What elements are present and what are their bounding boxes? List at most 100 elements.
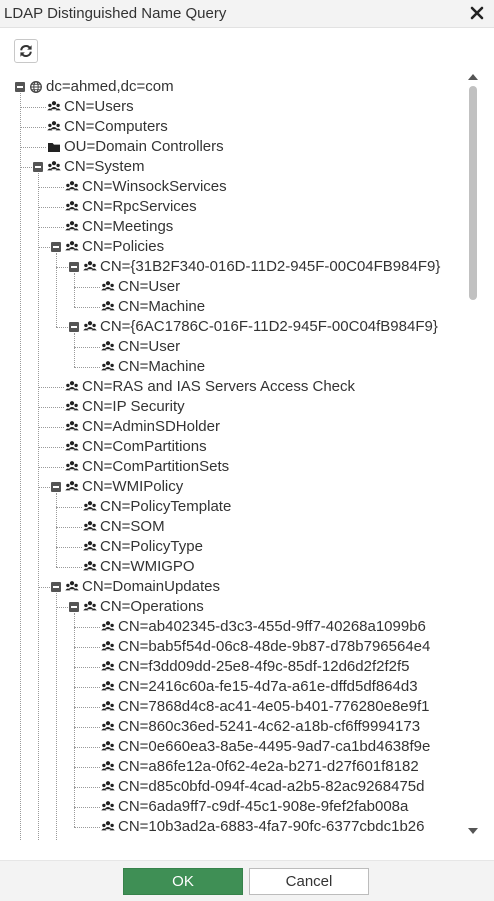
group-icon bbox=[65, 380, 79, 394]
tree-connector-line bbox=[38, 173, 39, 840]
group-icon bbox=[65, 440, 79, 454]
tree-node-label[interactable]: CN=7868d4c8-ac41-4e05-b401-776280e8e9f1 bbox=[118, 698, 430, 715]
tree-node-label[interactable]: CN=RAS and IAS Servers Access Check bbox=[82, 378, 355, 395]
tree-node-label[interactable]: CN=d85c0bfd-094f-4cad-a2b5-82ac9268475d bbox=[118, 778, 424, 795]
group-icon bbox=[65, 420, 79, 434]
group-icon bbox=[101, 640, 115, 654]
tree-connector-line bbox=[56, 527, 82, 528]
tree-node-label[interactable]: CN=860c36ed-5241-4c62-a18b-cf6ff9994173 bbox=[118, 718, 420, 735]
tree-node-label[interactable]: CN=PolicyType bbox=[100, 538, 203, 555]
tree-node-label[interactable]: CN=10b3ad2a-6883-4fa7-90fc-6377cbdc1b26 bbox=[118, 818, 424, 835]
folder-icon bbox=[47, 140, 61, 154]
tree-node-label[interactable]: CN=bab5f54d-06c8-48de-9b87-d78b796564e4 bbox=[118, 638, 430, 655]
group-icon bbox=[101, 660, 115, 674]
tree-connector-line bbox=[20, 127, 46, 128]
tree-node-label[interactable]: CN=WMIGPO bbox=[100, 558, 195, 575]
group-icon bbox=[101, 680, 115, 694]
group-icon bbox=[101, 820, 115, 834]
tree-node-label[interactable]: CN=Users bbox=[64, 98, 134, 115]
tree-node-label[interactable]: CN={6AC1786C-016F-11D2-945F-00C04fB984F9… bbox=[100, 318, 438, 335]
scroll-up-arrow-icon[interactable] bbox=[468, 74, 478, 80]
tree-node-label[interactable]: CN=ComPartitions bbox=[82, 438, 207, 455]
group-icon bbox=[101, 700, 115, 714]
tree-node-label[interactable]: CN=2416c60a-fe15-4d7a-a61e-dffd5df864d3 bbox=[118, 678, 418, 695]
tree-connector-line bbox=[74, 727, 100, 728]
group-icon bbox=[47, 120, 61, 134]
tree-root-label[interactable]: dc=ahmed,dc=com bbox=[46, 78, 174, 95]
tree-scrollbar[interactable] bbox=[466, 74, 480, 840]
tree-connector-line bbox=[56, 567, 82, 568]
tree-connector-line bbox=[74, 667, 100, 668]
tree-node-label[interactable]: CN=SOM bbox=[100, 518, 165, 535]
tree-connector-line bbox=[74, 747, 100, 748]
refresh-button[interactable] bbox=[14, 39, 38, 63]
collapse-toggle-icon[interactable] bbox=[69, 322, 79, 332]
cancel-button[interactable]: Cancel bbox=[249, 868, 369, 895]
tree-node-label[interactable]: CN=DomainUpdates bbox=[82, 578, 220, 595]
tree-connector-line bbox=[56, 267, 68, 268]
scroll-thumb[interactable] bbox=[469, 86, 477, 300]
tree-connector-line bbox=[38, 227, 64, 228]
tree-node-label[interactable]: CN=0e660ea3-8a5e-4495-9ad7-ca1bd4638f9e bbox=[118, 738, 430, 755]
tree-node-label[interactable]: CN=System bbox=[64, 158, 144, 175]
tree-connector-line bbox=[38, 447, 64, 448]
group-icon bbox=[101, 800, 115, 814]
collapse-toggle-icon[interactable] bbox=[69, 602, 79, 612]
tree-connector-line bbox=[20, 147, 46, 148]
refresh-icon bbox=[20, 45, 32, 57]
tree-node-label[interactable]: CN=6ada9ff7-c9df-45c1-908e-9fef2fab008a bbox=[118, 798, 408, 815]
group-icon bbox=[101, 740, 115, 754]
tree-connector-line bbox=[74, 807, 100, 808]
tree-connector-line bbox=[74, 687, 100, 688]
tree-node-label[interactable]: CN=Meetings bbox=[82, 218, 173, 235]
tree-node-label[interactable]: CN=User bbox=[118, 338, 180, 355]
tree-node-label[interactable]: CN=ab402345-d3c3-455d-9ff7-40268a1099b6 bbox=[118, 618, 426, 635]
close-icon[interactable] bbox=[468, 4, 486, 22]
tree-node-label[interactable]: CN=a86fe12a-0f62-4e2a-b271-d27f601f8182 bbox=[118, 758, 419, 775]
group-icon bbox=[101, 780, 115, 794]
tree-node-label[interactable]: CN={31B2F340-016D-11D2-945F-00C04FB984F9… bbox=[100, 258, 440, 275]
tree-node-label[interactable]: CN=PolicyTemplate bbox=[100, 498, 231, 515]
group-icon bbox=[65, 180, 79, 194]
tree-node-label[interactable]: CN=WinsockServices bbox=[82, 178, 227, 195]
tree-connector-line bbox=[74, 367, 100, 368]
tree-connector-line bbox=[56, 507, 82, 508]
group-icon bbox=[83, 540, 97, 554]
collapse-toggle-icon[interactable] bbox=[51, 582, 61, 592]
collapse-toggle-icon[interactable] bbox=[51, 242, 61, 252]
collapse-toggle-icon[interactable] bbox=[69, 262, 79, 272]
group-icon bbox=[65, 400, 79, 414]
group-icon bbox=[101, 760, 115, 774]
group-icon bbox=[83, 320, 97, 334]
group-icon bbox=[47, 160, 61, 174]
tree-connector-line bbox=[38, 247, 50, 248]
tree-node-label[interactable]: CN=ComPartitionSets bbox=[82, 458, 229, 475]
tree-node-label[interactable]: CN=Machine bbox=[118, 358, 205, 375]
tree-node-label[interactable]: CN=Policies bbox=[82, 238, 164, 255]
tree-node-label[interactable]: CN=AdminSDHolder bbox=[82, 418, 220, 435]
tree-node-label[interactable]: CN=WMIPolicy bbox=[82, 478, 183, 495]
tree-node-label[interactable]: OU=Domain Controllers bbox=[64, 138, 224, 155]
tree-connector-line bbox=[74, 767, 100, 768]
tree-node-label[interactable]: CN=Computers bbox=[64, 118, 168, 135]
ok-button[interactable]: OK bbox=[123, 868, 243, 895]
tree-node-label[interactable]: CN=Operations bbox=[100, 598, 204, 615]
collapse-toggle-icon[interactable] bbox=[33, 162, 43, 172]
tree-node-label[interactable]: CN=User bbox=[118, 278, 180, 295]
group-icon bbox=[65, 460, 79, 474]
tree-connector-line bbox=[56, 547, 82, 548]
collapse-toggle-icon[interactable] bbox=[51, 482, 61, 492]
tree-node-label[interactable]: CN=IP Security bbox=[82, 398, 185, 415]
tree-node-label[interactable]: CN=RpcServices bbox=[82, 198, 197, 215]
scroll-down-arrow-icon[interactable] bbox=[468, 828, 478, 834]
tree-connector-line bbox=[38, 387, 64, 388]
group-icon bbox=[65, 200, 79, 214]
group-icon bbox=[83, 520, 97, 534]
group-icon bbox=[101, 300, 115, 314]
tree-node-label[interactable]: CN=f3dd09dd-25e8-4f9c-85df-12d6d2f2f2f5 bbox=[118, 658, 409, 675]
group-icon bbox=[101, 720, 115, 734]
group-icon bbox=[83, 600, 97, 614]
tree-node-label[interactable]: CN=Machine bbox=[118, 298, 205, 315]
tree-connector-line bbox=[74, 307, 100, 308]
collapse-toggle-icon[interactable] bbox=[15, 82, 25, 92]
